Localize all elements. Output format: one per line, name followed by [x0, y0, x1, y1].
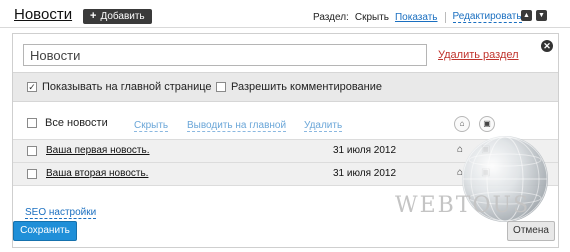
- select-all[interactable]: Все новости: [27, 117, 108, 129]
- section-controls: Раздел: Скрыть Показать Редактировать: [313, 11, 522, 23]
- news-date: 31 июля 2012: [333, 168, 397, 179]
- cancel-button[interactable]: Отмена: [507, 221, 555, 241]
- top-bar: Новости + Добавить Раздел: Скрыть Показа…: [0, 0, 570, 28]
- comments-icon[interactable]: ▣: [479, 116, 495, 132]
- select-all-checkbox[interactable]: [27, 118, 37, 128]
- delete-section-link[interactable]: Удалить раздел: [438, 49, 519, 61]
- page-title[interactable]: Новости: [14, 6, 72, 23]
- option-label: Показывать на главной странице: [42, 81, 212, 93]
- news-title-link[interactable]: Ваша вторая новость.: [46, 168, 148, 179]
- section-label: Раздел:: [313, 11, 349, 23]
- divider: [444, 11, 446, 23]
- option-show-on-main[interactable]: ✓ Показывать на главной странице: [27, 81, 212, 93]
- seo-settings-link[interactable]: SEO настройки: [25, 207, 97, 219]
- section-hide-state: Скрыть: [354, 11, 389, 23]
- news-checkbox[interactable]: [27, 146, 37, 156]
- close-icon[interactable]: ✕: [541, 40, 553, 52]
- show-link[interactable]: Показать: [395, 12, 438, 23]
- arrow-up-icon[interactable]: ▲: [521, 10, 532, 21]
- header-divider: [0, 27, 570, 28]
- order-buttons: ▲ ▼: [521, 10, 547, 21]
- show-on-main-link[interactable]: Выводить на главной: [187, 120, 287, 132]
- news-checkbox[interactable]: [27, 169, 37, 179]
- add-button-label: Добавить: [100, 11, 145, 22]
- watermark-text: WEBTOUS: [395, 193, 531, 218]
- home-icon[interactable]: ⌂: [454, 116, 470, 132]
- all-news-label: Все новости: [45, 117, 108, 129]
- options-bar: ✓ Показывать на главной странице Разреши…: [13, 72, 558, 102]
- news-list-header: Все новости Скрыть Выводить на главной У…: [13, 114, 558, 134]
- save-button[interactable]: Сохранить: [13, 221, 77, 241]
- news-date: 31 июля 2012: [333, 145, 397, 156]
- section-name-input[interactable]: Новости: [23, 44, 427, 66]
- add-news-button[interactable]: + Добавить: [83, 9, 152, 24]
- plus-icon: +: [90, 10, 97, 22]
- allow-comments-checkbox[interactable]: [216, 82, 226, 92]
- show-on-main-checkbox[interactable]: ✓: [27, 82, 37, 92]
- delete-selected-link[interactable]: Удалить: [304, 120, 343, 132]
- edit-link[interactable]: Редактировать: [452, 11, 522, 23]
- option-label: Разрешить комментирование: [231, 81, 383, 93]
- arrow-down-icon[interactable]: ▼: [536, 10, 547, 21]
- option-allow-comments[interactable]: Разрешить комментирование: [216, 81, 382, 93]
- hide-selected-link[interactable]: Скрыть: [134, 120, 169, 132]
- news-title-link[interactable]: Ваша первая новость.: [46, 145, 150, 156]
